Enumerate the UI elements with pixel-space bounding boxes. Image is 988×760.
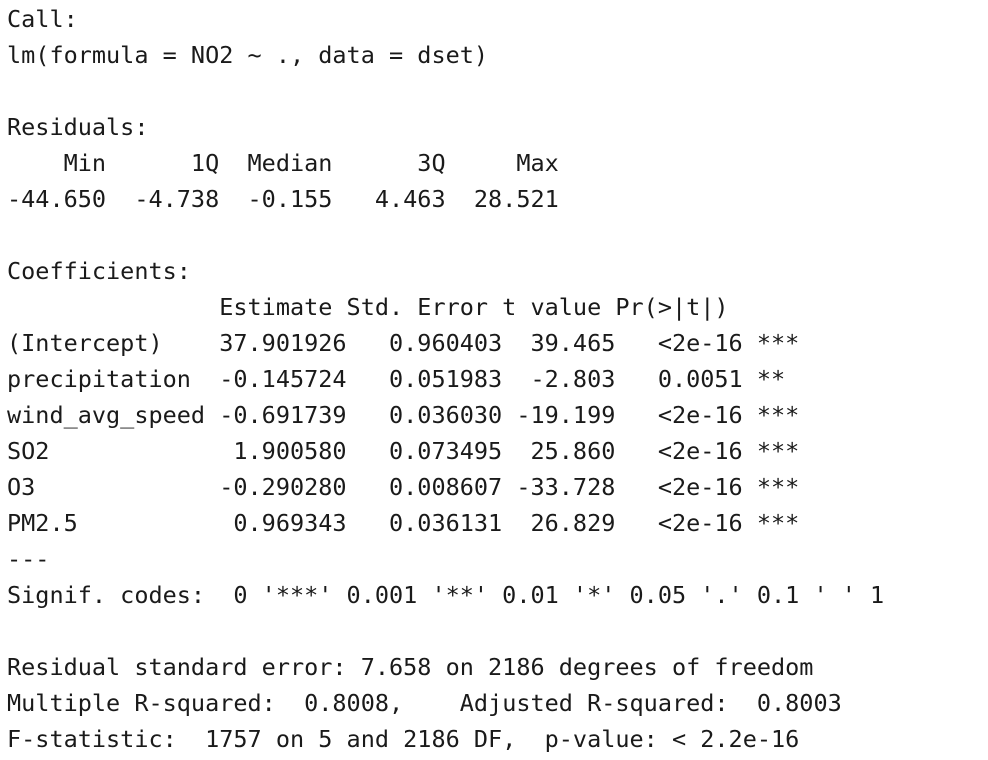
r-console-output: Call: lm(formula = NO2 ~ ., data = dset)… [0, 0, 988, 760]
coefficient-row-wind-avg-speed: wind_avg_speed -0.691739 0.036030 -19.19… [7, 401, 800, 429]
residuals-header: Residuals: [7, 113, 149, 141]
signif-codes-line: Signif. codes: 0 '***' 0.001 '**' 0.01 '… [7, 581, 885, 609]
f-statistic-line: F-statistic: 1757 on 5 and 2186 DF, p-va… [7, 725, 800, 753]
r-squared-line: Multiple R-squared: 0.8008, Adjusted R-s… [7, 689, 856, 717]
coefficient-row-precipitation: precipitation -0.145724 0.051983 -2.803 … [7, 365, 800, 393]
residual-std-error-line: Residual standard error: 7.658 on 2186 d… [7, 653, 814, 681]
coefficient-row-o3: O3 -0.290280 0.008607 -33.728 <2e-16 *** [7, 473, 800, 501]
coefficient-row-so2: SO2 1.900580 0.073495 25.860 <2e-16 *** [7, 437, 800, 465]
call-formula: lm(formula = NO2 ~ ., data = dset) [7, 41, 489, 69]
call-header: Call: [7, 5, 78, 33]
coefficient-row-pm25: PM2.5 0.969343 0.036131 26.829 <2e-16 **… [7, 509, 800, 537]
coefficients-columns-line: Estimate Std. Error t value Pr(>|t|) [7, 293, 786, 321]
separator-line: --- [7, 545, 50, 573]
coefficient-row-intercept: (Intercept) 37.901926 0.960403 39.465 <2… [7, 329, 800, 357]
residuals-labels-line: Min 1Q Median 3Q Max [7, 149, 573, 177]
coefficients-header: Coefficients: [7, 257, 191, 285]
residuals-values-line: -44.650 -4.738 -0.155 4.463 28.521 [7, 185, 573, 213]
